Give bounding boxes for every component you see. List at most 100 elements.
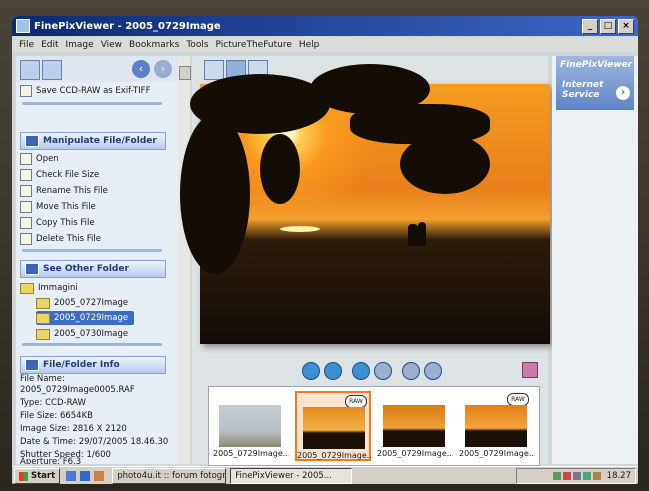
item-check-file-size[interactable]: Check File Size (20, 168, 99, 182)
item-rename-file[interactable]: Rename This File (20, 184, 108, 198)
monitor-bezel: FinePixViewer - 2005_0729Image _ □ × Fil… (0, 0, 649, 491)
check-size-icon (20, 169, 32, 181)
tray-icon[interactable] (562, 472, 571, 480)
tray-icon[interactable] (582, 472, 591, 480)
service-label: Internet Service (562, 80, 604, 100)
item-open[interactable]: Open (20, 152, 59, 166)
close-button[interactable]: × (618, 19, 634, 34)
preview-image[interactable] (180, 64, 550, 344)
service-pane: FinePixViewer Internet Service › (552, 56, 638, 464)
quicklaunch-desktop-icon[interactable] (66, 471, 77, 481)
rotate-left-icon[interactable] (402, 362, 420, 380)
info-line: Type: CCD-RAW (20, 397, 86, 408)
viewer-area: 2005_0729Image... RAW 2005_0729Image... … (180, 56, 550, 477)
scrollbar-thumb[interactable] (179, 66, 191, 80)
system-tray: 18.27 (516, 468, 636, 484)
playback-controls (302, 362, 442, 380)
menu-help[interactable]: Help (299, 40, 320, 50)
folder-icon (36, 328, 50, 340)
zoom-out-icon[interactable] (374, 362, 392, 380)
folder-search-icon (25, 263, 39, 275)
folder-icon (20, 282, 34, 294)
first-image-icon[interactable] (302, 362, 320, 380)
screen: FinePixViewer - 2005_0729Image _ □ × Fil… (12, 16, 638, 484)
info-line: File Size: 6654KB (20, 410, 93, 421)
menu-image[interactable]: Image (66, 40, 94, 50)
rename-icon (20, 185, 32, 197)
menu-file[interactable]: File (19, 40, 34, 50)
task-pane: ‹ › Save CCD-RAW as Exif-TIFF Manipulate… (16, 56, 178, 464)
zoom-in-icon[interactable] (352, 362, 370, 380)
info-line: Image Size: 2816 X 2120 (20, 423, 127, 434)
quicklaunch-firefox-icon[interactable] (94, 471, 105, 481)
thumbnail-view-icon[interactable] (42, 60, 62, 80)
go-arrow-icon[interactable]: › (616, 86, 630, 100)
thumbnail[interactable]: 2005_0729Image... (377, 391, 453, 458)
forward-arrow-icon[interactable]: › (154, 60, 172, 78)
tray-icon[interactable] (552, 472, 561, 480)
section-info-header[interactable]: File/Folder Info (20, 356, 166, 374)
maximize-button[interactable]: □ (600, 19, 616, 34)
pane-toolbar: ‹ › (16, 56, 178, 82)
taskbar: Start photo4u.it :: forum fotografi... F… (12, 466, 638, 484)
open-icon (20, 153, 32, 165)
save-icon (20, 85, 32, 97)
rotate-right-icon[interactable] (424, 362, 442, 380)
thumbnail-image (219, 405, 281, 447)
thumbnail-image (303, 407, 365, 449)
app-icon (16, 19, 30, 33)
move-icon (20, 201, 32, 213)
save-ccd-raw-item[interactable]: Save CCD-RAW as Exif-TIFF (20, 84, 150, 98)
taskbar-item-finepixviewer[interactable]: FinePixViewer - 2005... (230, 468, 353, 484)
thumbnail-strip: 2005_0729Image... RAW 2005_0729Image... … (208, 386, 540, 466)
folder-2005-0730[interactable]: 2005_0730Image (36, 327, 128, 341)
info-line: Aperture: F6.3 (20, 457, 82, 464)
back-arrow-icon[interactable]: ‹ (132, 60, 150, 78)
folder-immagini[interactable]: Immagini (20, 281, 78, 295)
windows-logo-icon (19, 471, 28, 481)
delete-icon (20, 233, 32, 245)
grid-view-icon[interactable] (204, 60, 224, 80)
list-view-icon[interactable] (20, 60, 40, 80)
next-image-icon[interactable] (324, 362, 342, 380)
window-title: FinePixViewer - 2005_0729Image (34, 20, 221, 32)
thumbnail-image (383, 405, 445, 447)
menu-bookmarks[interactable]: Bookmarks (129, 40, 179, 50)
thumbnail[interactable]: RAW 2005_0729Image... (459, 391, 535, 458)
menu-picturethefuture[interactable]: PictureTheFuture (216, 40, 292, 50)
quicklaunch-ie-icon[interactable] (80, 471, 91, 481)
tray-icon[interactable] (572, 472, 581, 480)
internet-service-banner[interactable]: FinePixViewer Internet Service › (556, 56, 634, 110)
brand-label: FinePixViewer (560, 60, 633, 70)
folder-2005-0729[interactable]: 2005_0729Image (36, 311, 135, 325)
section-manipulate-header[interactable]: Manipulate File/Folder (20, 132, 166, 150)
folder-tools-icon (25, 135, 39, 147)
task-pane-scrollbar[interactable] (178, 56, 191, 464)
folder-2005-0727[interactable]: 2005_0727Image (36, 296, 128, 310)
title-bar: FinePixViewer - 2005_0729Image _ □ × (12, 16, 638, 36)
menu-view[interactable]: View (101, 40, 122, 50)
item-delete-file[interactable]: Delete This File (20, 232, 101, 246)
menu-tools[interactable]: Tools (186, 40, 208, 50)
section-divider (22, 249, 162, 252)
slideshow-icon[interactable] (522, 362, 538, 378)
item-copy-file[interactable]: Copy This File (20, 216, 95, 230)
item-move-file[interactable]: Move This File (20, 200, 96, 214)
thumbnail-image (465, 405, 527, 447)
menu-bar: File Edit Image View Bookmarks Tools Pic… (12, 37, 638, 52)
start-button[interactable]: Start (14, 468, 61, 484)
section-divider (22, 102, 162, 105)
copy-icon (20, 217, 32, 229)
tray-icon[interactable] (592, 472, 601, 480)
taskbar-item-browser[interactable]: photo4u.it :: forum fotografi... (112, 468, 227, 484)
thumbnail[interactable]: 2005_0729Image... (213, 391, 289, 458)
thumbnail-selected[interactable]: RAW 2005_0729Image... (295, 391, 373, 461)
minimize-button[interactable]: _ (582, 19, 598, 34)
folder-icon (36, 297, 50, 309)
menu-edit[interactable]: Edit (41, 40, 58, 50)
open-folder-icon (36, 312, 50, 324)
info-line: Date & Time: 29/07/2005 18.46.30 (20, 436, 169, 447)
info-icon (25, 359, 39, 371)
section-other-folder-header[interactable]: See Other Folder (20, 260, 166, 278)
info-line: 2005_0729Image0005.RAF (20, 384, 135, 395)
